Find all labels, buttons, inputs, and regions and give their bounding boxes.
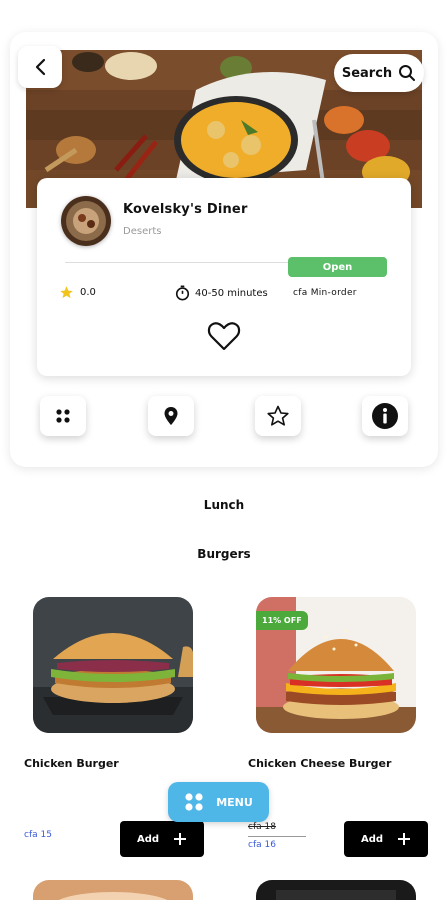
info-button[interactable] (362, 396, 408, 436)
category-title-burgers: Burgers (197, 547, 251, 561)
delivery-duration: 40-50 minutes (175, 285, 268, 301)
location-button[interactable] (148, 396, 194, 436)
duration-value: 40-50 minutes (195, 287, 268, 299)
price-divider (248, 836, 306, 837)
rating: 0.0 (59, 285, 96, 300)
add-label: Add (136, 833, 160, 845)
chevron-left-icon (35, 58, 46, 76)
restaurant-name: Kovelsky's Diner (123, 202, 248, 217)
section-title-lunch: Lunch (203, 498, 245, 512)
status-badge: Open (288, 257, 387, 277)
location-pin-icon (164, 407, 178, 425)
heart-icon[interactable] (207, 320, 241, 352)
star-outline-icon (267, 405, 289, 426)
product-price: cfa 16 (248, 840, 276, 850)
discount-badge: 11% OFF (256, 611, 308, 630)
restaurant-info-card: Kovelsky's Diner Deserts Open 0.0 40-50 … (37, 178, 411, 376)
product-image-chicken-burger[interactable] (33, 597, 193, 733)
categories-button[interactable] (40, 396, 86, 436)
floating-menu-button[interactable]: MENU (168, 782, 269, 822)
info-icon (372, 403, 398, 429)
product-name[interactable]: Chicken Burger (24, 757, 119, 770)
stopwatch-icon (175, 285, 190, 301)
plus-icon (398, 833, 411, 845)
plus-icon (174, 833, 187, 845)
search-label: Search (341, 65, 393, 81)
menu-label: MENU (216, 795, 253, 809)
restaurant-category: Deserts (123, 226, 162, 237)
min-order: cfa Min-order (293, 288, 357, 298)
back-button[interactable] (18, 46, 62, 88)
product-image-partial[interactable] (33, 880, 193, 900)
search-button[interactable]: Search (334, 54, 424, 92)
product-name[interactable]: Chicken Cheese Burger (248, 757, 391, 770)
product-price: cfa 15 (24, 830, 52, 840)
favorite-button[interactable] (255, 396, 301, 436)
search-icon (399, 65, 416, 81)
grid-icon (185, 793, 203, 811)
add-to-cart-button[interactable]: Add (344, 821, 428, 857)
product-old-price: cfa 18 (248, 822, 276, 832)
star-icon (60, 286, 73, 299)
add-label: Add (360, 833, 384, 845)
grid-icon (56, 409, 70, 423)
product-image-chicken-cheese-burger[interactable]: 11% OFF (256, 597, 416, 733)
rating-value: 0.0 (80, 287, 96, 298)
restaurant-avatar (61, 196, 111, 246)
add-to-cart-button[interactable]: Add (120, 821, 204, 857)
product-image-partial[interactable] (256, 880, 416, 900)
